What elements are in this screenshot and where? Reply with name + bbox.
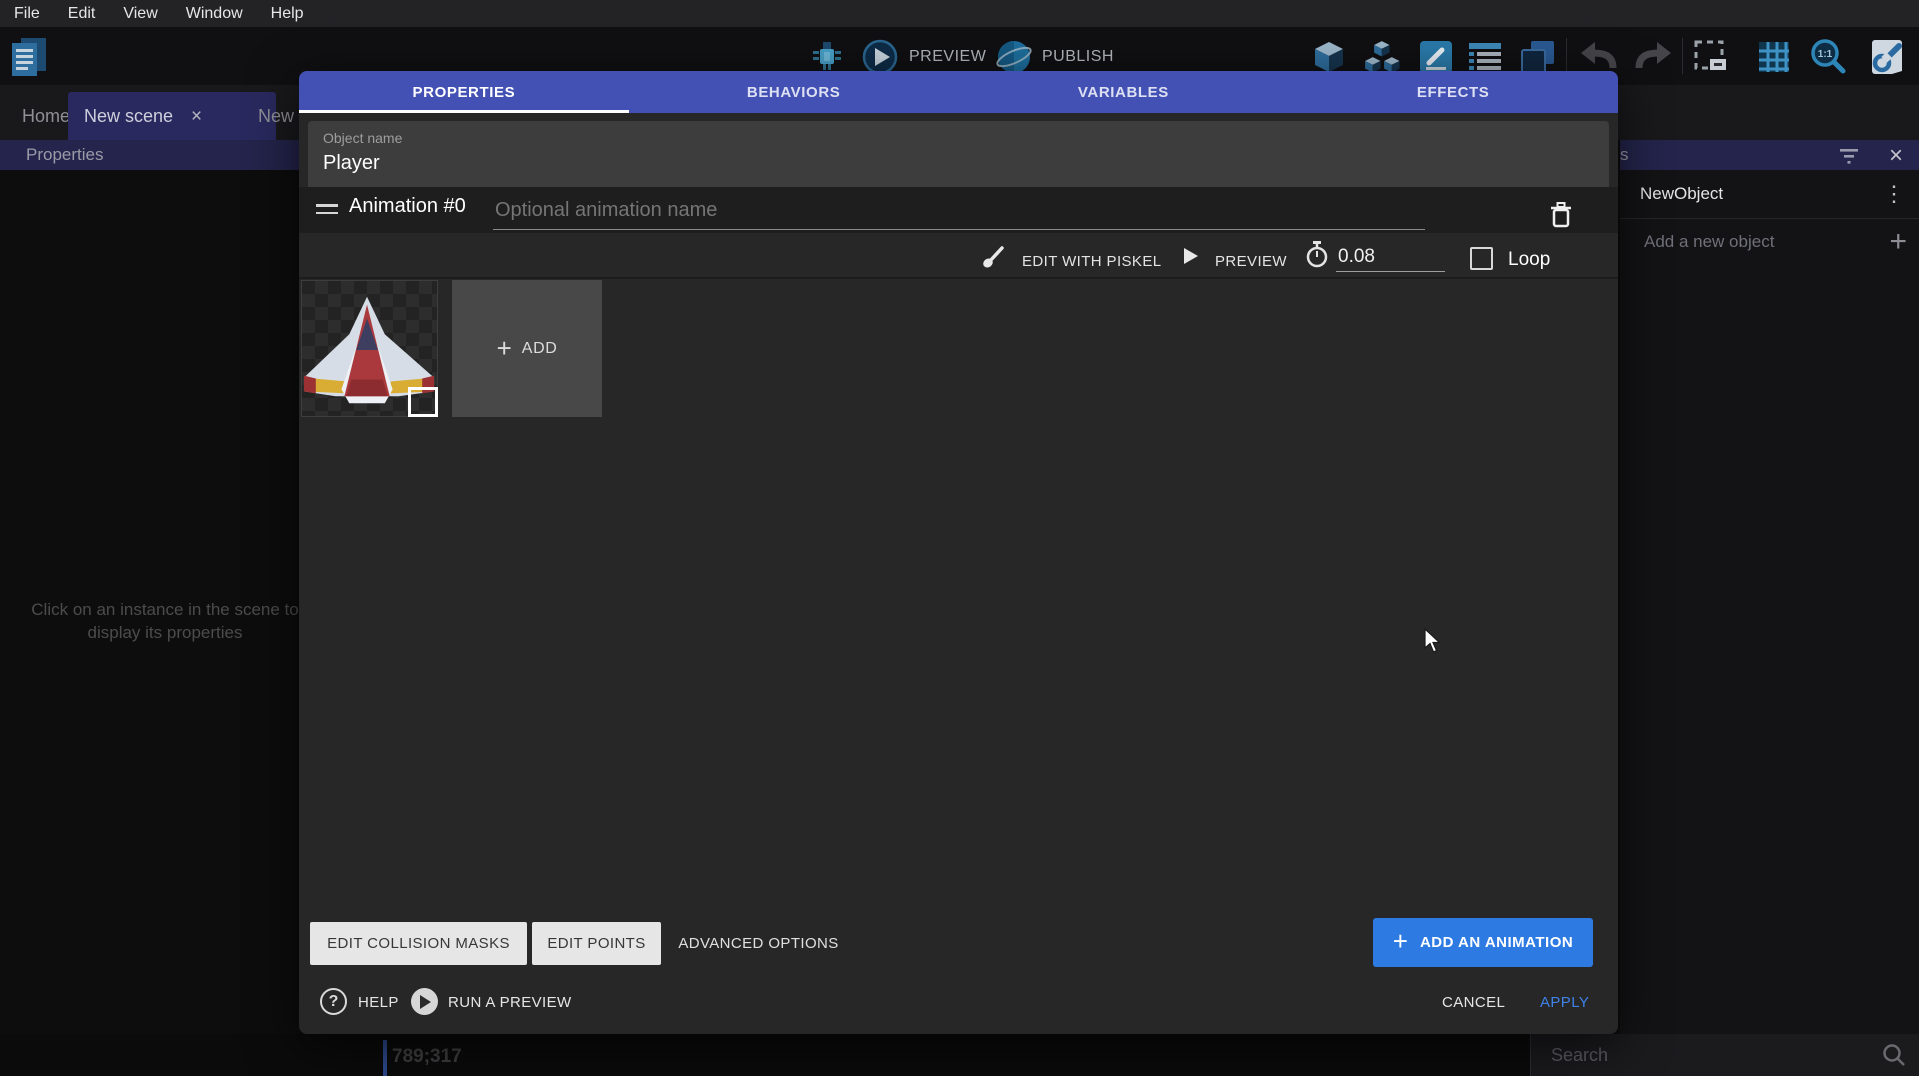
animation-title: Animation #0 bbox=[349, 195, 466, 218]
menu-bar: File Edit View Window Help bbox=[0, 0, 1919, 27]
cursor-coordinates: 789;317 bbox=[392, 1046, 462, 1068]
search-icon[interactable] bbox=[1882, 1043, 1906, 1072]
filter-icon[interactable] bbox=[1839, 148, 1859, 169]
plus-icon[interactable]: + bbox=[1889, 227, 1907, 257]
plus-icon: + bbox=[497, 333, 512, 364]
edit-with-piskel-button[interactable]: EDIT WITH PISKEL bbox=[1022, 253, 1161, 270]
objects-panel: s × NewObject ⋮ Add a new object + bbox=[1620, 140, 1919, 1034]
help-button[interactable]: HELP bbox=[358, 994, 399, 1011]
properties-panel-title: Properties bbox=[26, 145, 103, 165]
menu-help[interactable]: Help bbox=[257, 5, 318, 23]
add-an-animation-button[interactable]: + ADD AN ANIMATION bbox=[1373, 918, 1593, 967]
tab-variables[interactable]: VARIABLES bbox=[959, 71, 1289, 113]
stopwatch-icon bbox=[1304, 240, 1330, 273]
redo-icon[interactable] bbox=[1632, 40, 1672, 79]
search-bar bbox=[1530, 1034, 1919, 1076]
svg-text:1:1: 1:1 bbox=[1818, 49, 1833, 60]
trash-icon[interactable] bbox=[1548, 201, 1574, 234]
advanced-options-button[interactable]: ADVANCED OPTIONS bbox=[671, 922, 846, 965]
add-new-object-label: Add a new object bbox=[1644, 232, 1774, 252]
tab-new-scene[interactable]: New scene × bbox=[68, 92, 276, 140]
zoom-1-1-icon[interactable]: 1:1 bbox=[1808, 37, 1848, 82]
object-name-field[interactable]: Object name Player bbox=[308, 121, 1609, 189]
edit-points-button[interactable]: EDIT POINTS bbox=[532, 922, 661, 965]
divider bbox=[299, 277, 1618, 279]
toolbar-separator bbox=[1682, 38, 1683, 74]
object-name-label: Object name bbox=[323, 130, 402, 146]
frame-thumbnail[interactable] bbox=[301, 280, 438, 417]
active-tab-indicator bbox=[299, 110, 629, 113]
object-editor-dialog: PROPERTIES BEHAVIORS VARIABLES EFFECTS O… bbox=[299, 71, 1618, 1034]
objects-panel-header: s × bbox=[1620, 140, 1919, 170]
tab-behaviors[interactable]: BEHAVIORS bbox=[629, 71, 959, 113]
preview-label[interactable]: PREVIEW bbox=[909, 48, 986, 66]
gdevelop-window: File Edit View Window Help PREVIEW PUBLI… bbox=[0, 0, 1919, 1076]
plus-icon: + bbox=[1393, 926, 1408, 957]
brush-icon bbox=[981, 243, 1007, 274]
preview-animation-button[interactable]: PREVIEW bbox=[1215, 253, 1287, 270]
add-frame-button[interactable]: + ADD bbox=[452, 280, 602, 417]
scene-properties-icon[interactable] bbox=[1869, 37, 1909, 82]
publish-label[interactable]: PUBLISH bbox=[1042, 48, 1114, 66]
add-new-object-row[interactable]: Add a new object + bbox=[1620, 219, 1919, 265]
selection-highlight bbox=[383, 1040, 387, 1076]
menu-file[interactable]: File bbox=[0, 5, 54, 23]
project-manager-icon[interactable] bbox=[10, 36, 48, 85]
run-preview-icon[interactable] bbox=[411, 988, 438, 1015]
animation-name-input[interactable] bbox=[493, 191, 1425, 230]
edit-collision-masks-button[interactable]: EDIT COLLISION MASKS bbox=[310, 922, 527, 965]
mouse-cursor bbox=[1424, 628, 1444, 659]
cancel-button[interactable]: CANCEL bbox=[1442, 994, 1505, 1011]
loop-checkbox[interactable] bbox=[1470, 247, 1493, 270]
toolbar-separator bbox=[1566, 38, 1567, 74]
drag-handle-icon[interactable] bbox=[316, 204, 338, 219]
object-name-value: Player bbox=[323, 152, 380, 175]
object-list-item[interactable]: NewObject ⋮ bbox=[1620, 170, 1919, 218]
objects-panel-title-fragment: s bbox=[1620, 145, 1629, 165]
tab-effects[interactable]: EFFECTS bbox=[1288, 71, 1618, 113]
object-item-label: NewObject bbox=[1640, 184, 1723, 204]
tab-partial[interactable]: New bbox=[258, 92, 294, 140]
origin-point-marker[interactable] bbox=[408, 387, 438, 417]
tab-properties[interactable]: PROPERTIES bbox=[299, 71, 629, 113]
play-icon bbox=[1183, 247, 1199, 270]
delete-selection-icon[interactable] bbox=[1692, 38, 1730, 81]
apply-button[interactable]: APPLY bbox=[1540, 994, 1589, 1011]
help-icon[interactable]: ? bbox=[320, 988, 347, 1015]
run-a-preview-button[interactable]: RUN A PREVIEW bbox=[448, 994, 572, 1011]
menu-window[interactable]: Window bbox=[172, 5, 257, 23]
object-menu-icon[interactable]: ⋮ bbox=[1883, 181, 1905, 207]
dialog-tabbar: PROPERTIES BEHAVIORS VARIABLES EFFECTS bbox=[299, 71, 1618, 113]
grid-icon[interactable] bbox=[1755, 38, 1793, 81]
frame-duration-input[interactable] bbox=[1336, 245, 1445, 272]
loop-label: Loop bbox=[1508, 249, 1550, 271]
menu-edit[interactable]: Edit bbox=[54, 5, 110, 23]
menu-view[interactable]: View bbox=[109, 5, 171, 23]
close-tab-icon[interactable]: × bbox=[191, 107, 202, 126]
close-panel-icon[interactable]: × bbox=[1889, 142, 1903, 170]
search-input[interactable] bbox=[1531, 1044, 1873, 1067]
